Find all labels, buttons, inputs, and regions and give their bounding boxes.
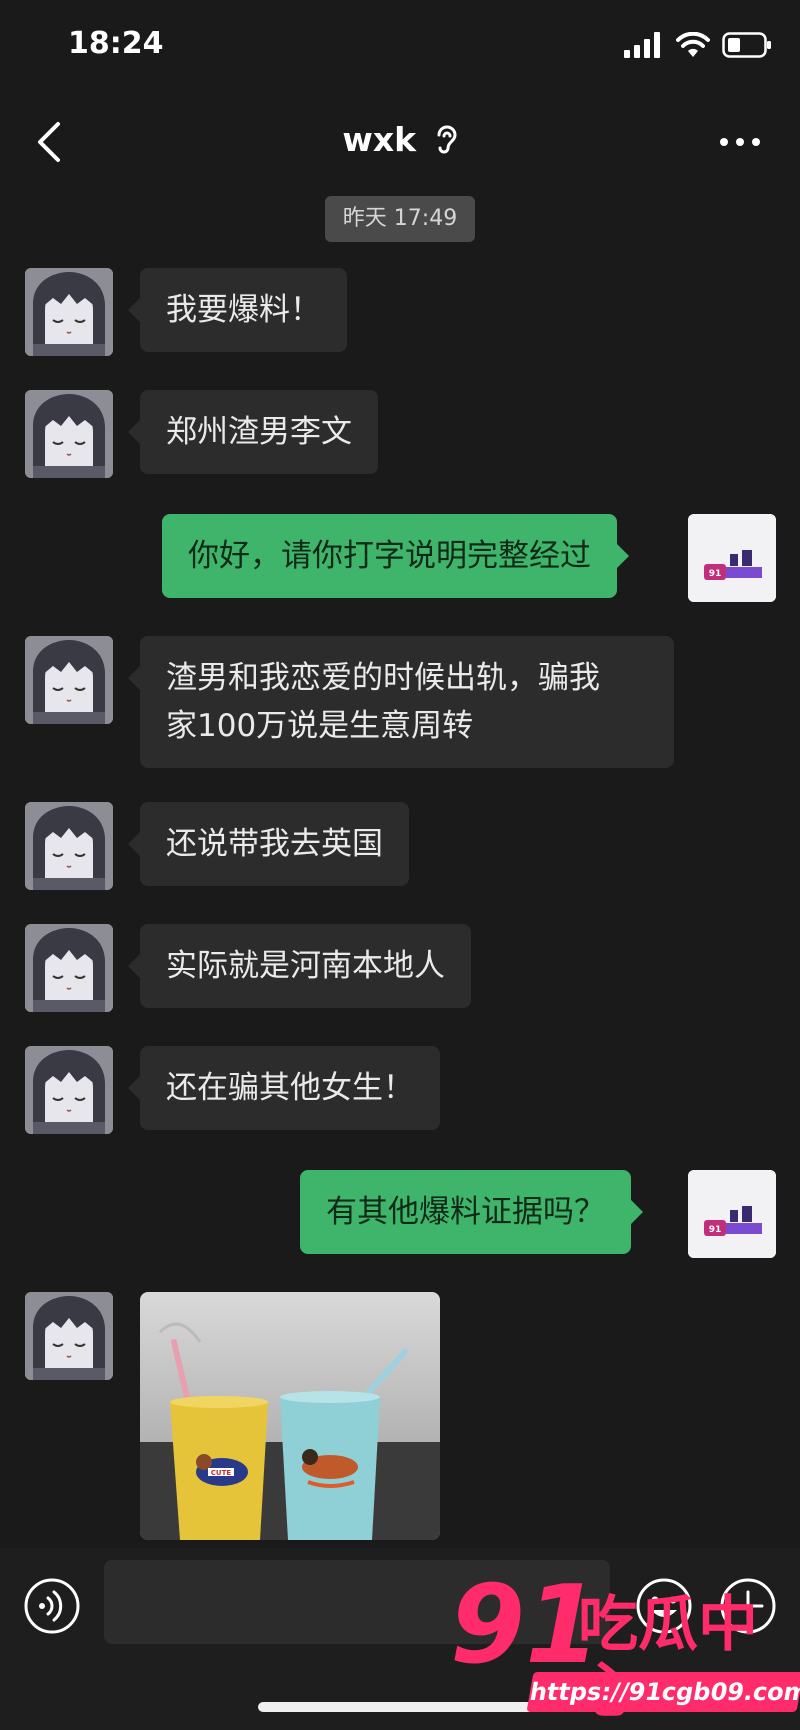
contact-avatar[interactable] (25, 636, 113, 724)
wifi-icon (676, 32, 710, 57)
cup-text: CUTE (211, 1469, 232, 1477)
message-timestamp: 昨天 17:49 (325, 196, 475, 242)
my-avatar[interactable] (688, 514, 776, 602)
toothbrush-cups-photo: CUTE (140, 1292, 440, 1540)
message-line: 家100万说是生意周转 (166, 708, 474, 744)
nav-bar: wxk (0, 96, 800, 188)
incoming-message[interactable]: 实际就是河南本地人 (128, 924, 471, 1008)
contact-avatar[interactable] (25, 924, 113, 1012)
watermark-url: https://91cgb09.com (526, 1672, 800, 1712)
voice-input-button[interactable] (22, 1576, 82, 1636)
site-watermark: 91 吃瓜中心 https://91cgb09.com (450, 1572, 800, 1730)
incoming-message[interactable]: 郑州渣男李文 (128, 390, 378, 474)
more-options-button[interactable] (718, 124, 762, 160)
outgoing-message[interactable]: 你好，请你打字说明完整经过 (162, 514, 629, 598)
contact-avatar[interactable] (25, 390, 113, 478)
incoming-message[interactable]: 还说带我去英国 (128, 802, 409, 886)
chat-title: wxk (0, 120, 800, 159)
status-bar: 18:24 (0, 0, 800, 96)
status-icons (624, 32, 772, 58)
photo-message[interactable]: CUTE (140, 1292, 440, 1540)
mute-ear-icon (437, 125, 457, 154)
cellular-signal-icon (624, 32, 660, 58)
contact-avatar[interactable] (25, 268, 113, 356)
contact-avatar[interactable] (25, 802, 113, 890)
message-line: 渣男和我恋爱的时候出轨，骗我 (166, 660, 600, 696)
battery-icon (722, 32, 771, 58)
incoming-message[interactable]: 我要爆料！ (128, 268, 347, 352)
contact-avatar[interactable] (25, 1292, 113, 1380)
contact-name: wxk (342, 120, 417, 159)
contact-avatar[interactable] (25, 1046, 113, 1134)
incoming-message[interactable]: 渣男和我恋爱的时候出轨，骗我 家100万说是生意周转 (128, 636, 674, 768)
my-avatar[interactable] (688, 1170, 776, 1258)
status-time: 18:24 (68, 26, 164, 61)
outgoing-message[interactable]: 有其他爆料证据吗？ (300, 1170, 643, 1254)
incoming-message[interactable]: 还在骗其他女生！ (128, 1046, 440, 1130)
